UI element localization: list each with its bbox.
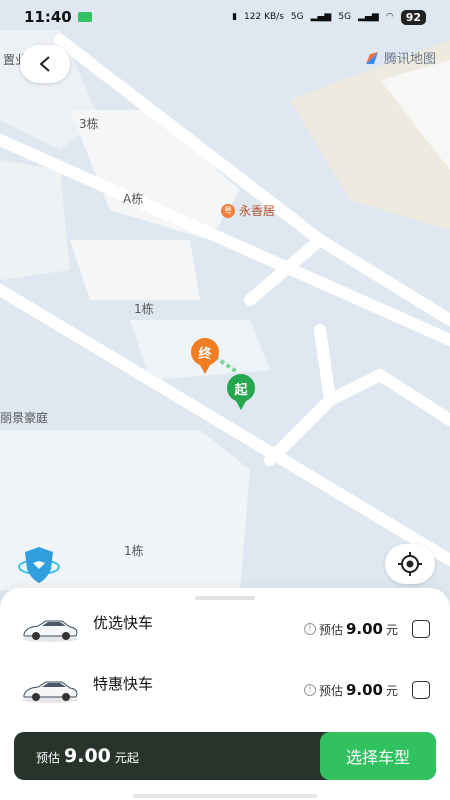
price-suffix: 元起 [114,751,139,765]
end-pin[interactable]: 终 [191,338,219,366]
poi-marker[interactable]: 粤 永香居 [221,202,275,219]
wifi-icon: ◠ [385,12,394,22]
back-button[interactable] [20,45,70,83]
select-checkbox[interactable] [412,620,430,638]
locate-button[interactable] [385,544,435,584]
vibrate-icon: ▮ [232,12,238,22]
shield-icon [18,547,60,583]
estimate-price: 9.00 [345,620,383,638]
network-speed: 122 KB/s [244,12,284,22]
tencent-map-logo-icon [365,51,378,64]
signal-2: 5G [338,12,352,22]
price-estimate: ! 预估 9.00 元 [303,620,398,638]
estimate-label: 预估 [318,683,343,698]
start-pin[interactable]: 起 [227,374,255,402]
estimate-label: 预估 [36,751,61,765]
select-checkbox[interactable] [412,681,430,699]
status-icons: ▮ 122 KB/s 5G ▂▄▆ 5G ▂▄▆ ◠ 92 [232,9,426,25]
signal-bars-icon: ▂▄▆ [310,12,332,22]
poi-icon: 粤 [221,203,235,218]
status-time: 11:40 [24,8,92,26]
price-unit: 元 [385,683,398,698]
estimate-price: 9.00 [64,745,111,767]
building-label: 3栋 [79,117,99,131]
total-estimate: 预估 9.00 元起 [36,745,139,767]
car-option-youxuan[interactable]: 优选快车 ! 预估 9.00 元 [0,604,450,654]
building-label: 1栋 [134,302,154,316]
select-car-type-button[interactable]: 选择车型 [320,732,436,780]
signal-1: 5G [290,12,304,22]
car-name: 优选快车 [93,614,154,632]
home-indicator[interactable] [133,794,317,798]
safety-shield-icon[interactable] [17,543,61,587]
sheet-drag-handle[interactable] [195,596,255,600]
app-notification-icon [77,12,92,22]
building-label: 1栋 [124,544,144,558]
battery-indicator: 92 [400,9,426,25]
info-icon[interactable]: ! [303,684,316,696]
poi-name: 永香居 [239,204,276,218]
locate-icon [398,552,422,576]
estate-label: 丽景豪庭 [0,411,49,425]
map-brand-text: 腾讯地图 [383,52,436,67]
car-name: 特惠快车 [93,675,154,693]
signal-bars-icon: ▂▄▆ [358,12,379,22]
info-icon[interactable]: ! [303,623,316,635]
estimate-price: 9.00 [345,681,383,699]
clock: 11:40 [24,8,72,26]
car-icon [22,681,78,703]
car-icon [22,620,78,642]
chevron-left-icon [39,56,50,72]
estimate-label: 预估 [318,622,343,637]
map-brand: 腾讯地图 [364,48,436,67]
price-estimate: ! 预估 9.00 元 [303,681,398,699]
car-option-tehui[interactable]: 特惠快车 ! 预估 9.00 元 [0,665,450,715]
price-unit: 元 [385,622,398,637]
building-label: A栋 [123,192,144,206]
order-bar: 预估 9.00 元起 选择车型 [14,732,436,780]
status-bar: 11:40 ▮ 122 KB/s 5G ▂▄▆ 5G ▂▄▆ ◠ 92 [0,0,450,34]
